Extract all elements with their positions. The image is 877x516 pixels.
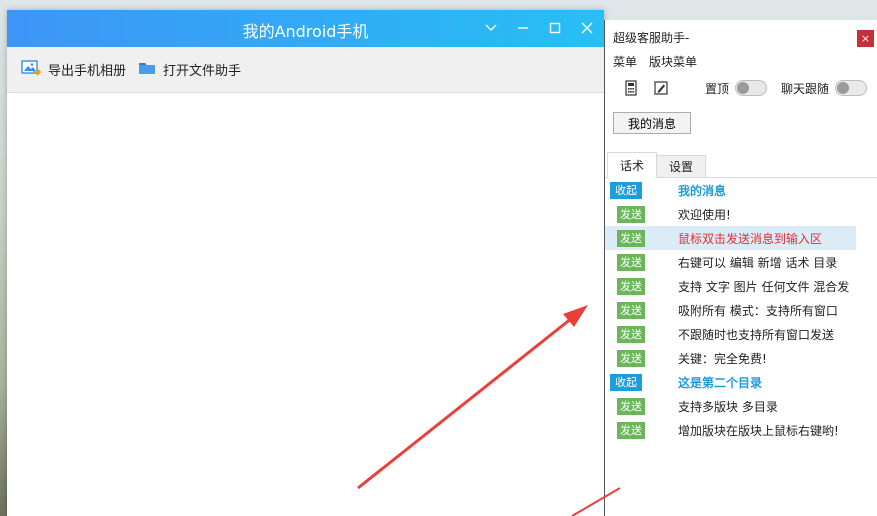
- message-text[interactable]: 支持多版块 多目录: [678, 398, 778, 415]
- message-text[interactable]: 支持 文字 图片 任何文件 混合发: [678, 278, 849, 295]
- message-text[interactable]: 不跟随时也支持所有窗口发送: [678, 326, 834, 343]
- message-text[interactable]: 增加版块在版块上鼠标右键哟!: [678, 422, 839, 439]
- photo-export-icon: [21, 59, 42, 81]
- send-button[interactable]: 发送: [617, 229, 645, 247]
- helper-title-bar[interactable]: 超级客服助手- ×: [605, 20, 877, 50]
- collapse-button[interactable]: 收起: [610, 373, 642, 391]
- helper-window-title: 超级客服助手-: [613, 31, 690, 45]
- send-button[interactable]: 发送: [617, 325, 645, 343]
- message-text[interactable]: 吸附所有 模式：支持所有窗口: [678, 302, 838, 319]
- open-file-helper-label: 打开文件助手: [163, 64, 242, 79]
- close-icon[interactable]: [578, 19, 596, 37]
- my-messages-button[interactable]: 我的消息: [613, 112, 692, 134]
- menu-main[interactable]: 菜单: [613, 53, 637, 70]
- helper-empty-area: [605, 476, 877, 516]
- pin-toggle[interactable]: 置顶: [705, 80, 768, 97]
- my-messages-row: 我的消息: [605, 104, 877, 142]
- helper-toolbar: 置顶 聊天跟随: [605, 72, 877, 104]
- phone-content-area: [7, 93, 604, 516]
- send-button[interactable]: 发送: [617, 397, 645, 415]
- helper-tabs: 话术 设置: [605, 152, 877, 178]
- pin-toggle-label: 置顶: [705, 81, 730, 96]
- tab-scripts[interactable]: 话术: [607, 152, 658, 178]
- message-list: 收起 我的消息 发送 欢迎使用! 发送 鼠标双击发送消息到输入区 发送 右键可以…: [605, 178, 877, 442]
- list-item[interactable]: 发送 支持多版块 多目录: [605, 394, 877, 418]
- menu-section[interactable]: 版块菜单: [649, 53, 697, 70]
- pin-switch[interactable]: [735, 80, 768, 96]
- directory-heading[interactable]: 这是第二个目录: [678, 374, 762, 391]
- chat-follow-switch[interactable]: [835, 80, 868, 96]
- list-item[interactable]: 发送 不跟随时也支持所有窗口发送: [605, 322, 877, 346]
- message-text[interactable]: 欢迎使用!: [678, 206, 731, 223]
- message-text[interactable]: 关键：完全免费!: [678, 350, 767, 367]
- list-item[interactable]: 发送 右键可以 编辑 新增 话术 目录: [605, 250, 877, 274]
- send-button[interactable]: 发送: [617, 205, 645, 223]
- android-phone-window: 我的Android手机 导出手机相册 打开文件助手: [7, 10, 604, 516]
- send-button[interactable]: 发送: [617, 277, 645, 295]
- open-file-helper-button[interactable]: 打开文件助手: [138, 60, 241, 80]
- list-item[interactable]: 发送 增加版块在版块上鼠标右键哟!: [605, 418, 877, 442]
- folder-icon: [138, 60, 156, 80]
- export-album-label: 导出手机相册: [48, 64, 127, 79]
- phone-toolbar: 导出手机相册 打开文件助手: [7, 47, 604, 93]
- message-text[interactable]: 鼠标双击发送消息到输入区: [678, 230, 822, 247]
- collapse-button[interactable]: 收起: [610, 181, 642, 199]
- chat-follow-toggle[interactable]: 聊天跟随: [781, 80, 868, 97]
- list-item[interactable]: 发送 关键：完全免费!: [605, 346, 877, 370]
- minimize-icon[interactable]: [514, 19, 532, 37]
- edit-icon[interactable]: [653, 80, 669, 96]
- chat-follow-label: 聊天跟随: [781, 81, 830, 96]
- calculator-icon[interactable]: [623, 80, 639, 96]
- customer-service-helper-window: 超级客服助手- × 菜单 版块菜单 置顶 聊天跟随 我的消息 话术 设置 收起 …: [604, 20, 877, 516]
- directory-heading[interactable]: 我的消息: [678, 182, 726, 199]
- chevron-down-icon[interactable]: [482, 19, 500, 37]
- send-button[interactable]: 发送: [617, 421, 645, 439]
- list-item-highlighted[interactable]: 发送 鼠标双击发送消息到输入区: [605, 226, 856, 250]
- list-item[interactable]: 发送 吸附所有 模式：支持所有窗口: [605, 298, 877, 322]
- helper-close-button[interactable]: ×: [857, 30, 874, 47]
- export-album-button[interactable]: 导出手机相册: [21, 59, 126, 81]
- tab-settings[interactable]: 设置: [656, 155, 707, 177]
- helper-menu-bar: 菜单 版块菜单: [605, 50, 877, 72]
- send-button[interactable]: 发送: [617, 301, 645, 319]
- phone-title-bar[interactable]: 我的Android手机: [7, 10, 604, 47]
- list-item[interactable]: 发送 支持 文字 图片 任何文件 混合发: [605, 274, 877, 298]
- message-text[interactable]: 右键可以 编辑 新增 话术 目录: [678, 254, 837, 271]
- send-button[interactable]: 发送: [617, 349, 645, 367]
- list-item[interactable]: 发送 欢迎使用!: [605, 202, 877, 226]
- window-controls: [482, 19, 596, 37]
- list-item[interactable]: 收起 我的消息: [605, 178, 877, 202]
- maximize-icon[interactable]: [546, 19, 564, 37]
- send-button[interactable]: 发送: [617, 253, 645, 271]
- list-item[interactable]: 收起 这是第二个目录: [605, 370, 877, 394]
